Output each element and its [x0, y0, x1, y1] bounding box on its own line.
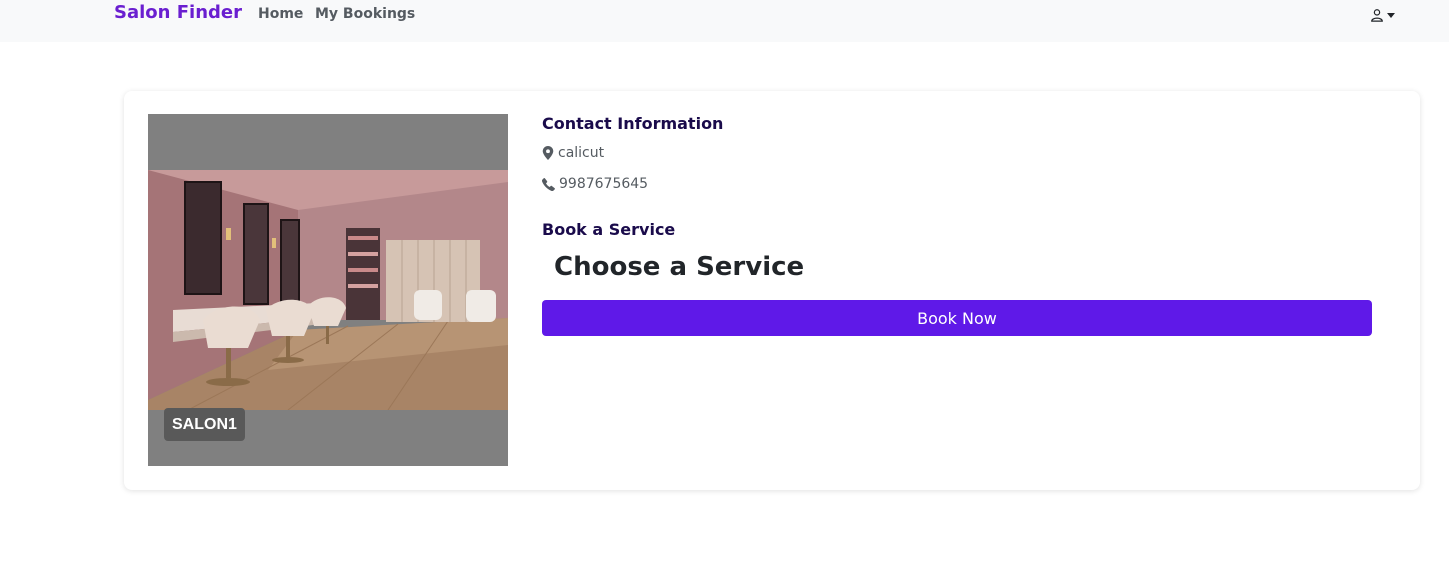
- nav-my-bookings-link[interactable]: My Bookings: [315, 6, 415, 22]
- salon-interior-photo: [148, 170, 508, 410]
- contact-info-heading: Contact Information: [542, 114, 724, 133]
- contact-location: calicut: [542, 145, 604, 161]
- salon-image-frame: SALON1: [148, 114, 508, 466]
- caret-down-icon: [1387, 12, 1395, 18]
- navbar: Salon Finder Home My Bookings: [0, 0, 1449, 42]
- salon-card: SALON1 Contact Information calicut 99876…: [124, 91, 1420, 490]
- book-now-button[interactable]: Book Now: [542, 300, 1372, 336]
- nav-home-link[interactable]: Home: [258, 6, 303, 22]
- user-menu-dropdown[interactable]: [1370, 6, 1400, 24]
- choose-service-select[interactable]: Choose a Service: [554, 252, 804, 282]
- phone-icon: [542, 177, 555, 191]
- brand-link[interactable]: Salon Finder: [114, 2, 242, 23]
- location-text: calicut: [558, 145, 605, 161]
- map-pin-icon: [542, 146, 554, 160]
- user-icon: [1371, 9, 1383, 22]
- salon-name-badge: SALON1: [164, 408, 245, 441]
- phone-text: 9987675645: [559, 176, 649, 192]
- book-service-heading: Book a Service: [542, 220, 676, 239]
- contact-phone: 9987675645: [542, 176, 648, 192]
